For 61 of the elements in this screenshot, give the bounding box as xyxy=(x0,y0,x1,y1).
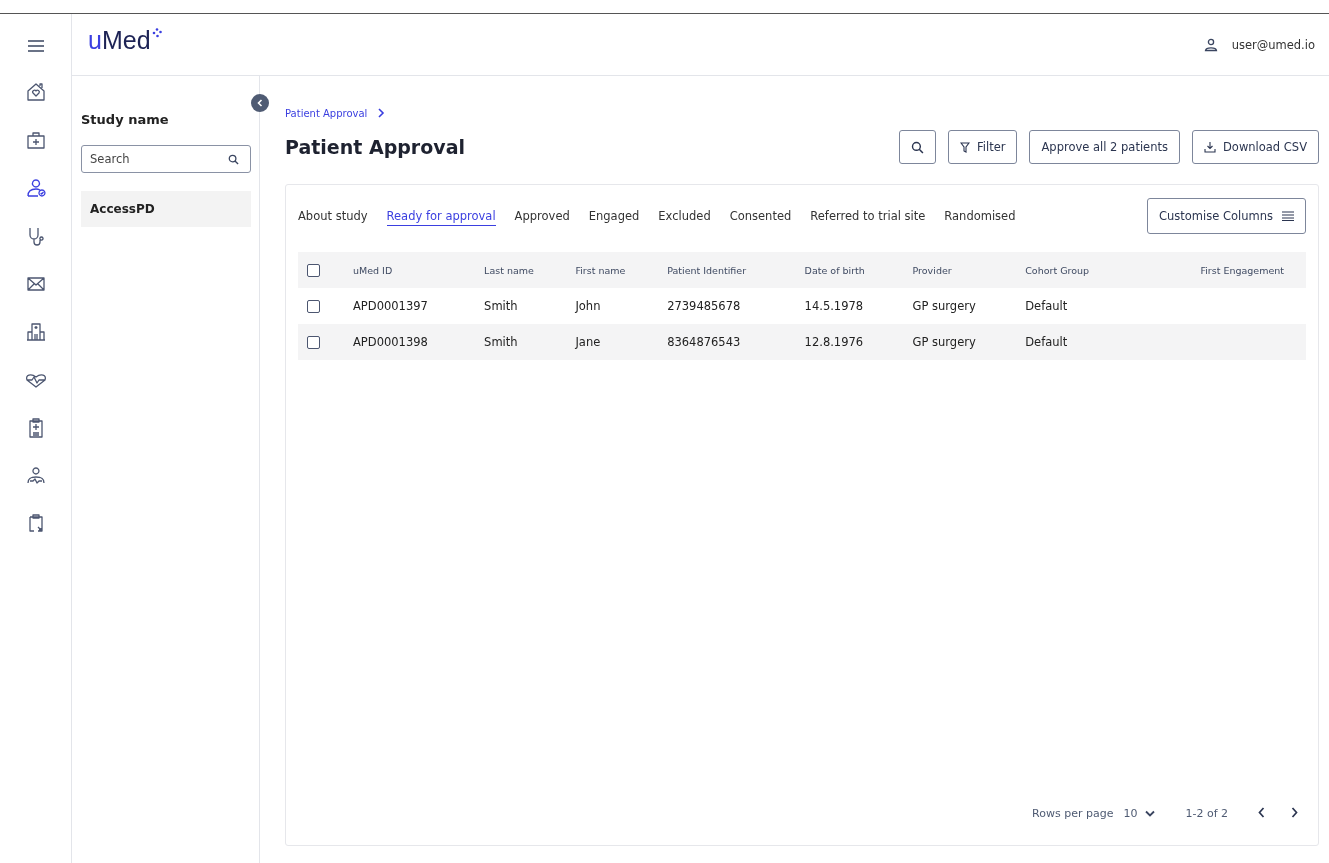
tab[interactable]: Excluded xyxy=(658,206,711,226)
table-cell: Jane xyxy=(575,335,601,349)
download-csv-button[interactable]: Download CSV xyxy=(1192,130,1319,164)
chevron-left-icon xyxy=(256,99,264,107)
tab[interactable]: About study xyxy=(298,206,368,226)
table-cell: Default xyxy=(1025,335,1068,349)
tab[interactable]: Referred to trial site xyxy=(810,206,926,226)
study-panel-title: Study name xyxy=(81,112,170,127)
filter-icon xyxy=(960,141,970,153)
table-cell: 8364876543 xyxy=(667,335,741,349)
logo-dots-icon xyxy=(151,27,162,38)
table-cell: GP surgery xyxy=(912,335,976,349)
rows-per-page-label: Rows per page xyxy=(1032,807,1114,820)
table-cell: John xyxy=(575,299,601,313)
tab[interactable]: Approved xyxy=(514,206,570,226)
tab[interactable]: Randomised xyxy=(944,206,1016,226)
tab[interactable]: Consented xyxy=(729,206,792,226)
search-icon xyxy=(228,154,239,165)
search-icon xyxy=(911,140,924,154)
search-field[interactable]: Search xyxy=(81,145,251,173)
table-cell: Default xyxy=(1025,299,1068,313)
study-item[interactable]: AccessPD xyxy=(81,191,251,227)
chevron-left-icon xyxy=(1258,807,1265,818)
column-header: First Engagement xyxy=(1200,264,1284,276)
table-cell: 14.5.1978 xyxy=(804,299,864,313)
user-icon xyxy=(1203,37,1218,52)
table-cell: APD0001397 xyxy=(353,299,428,313)
checkbox[interactable] xyxy=(307,263,320,277)
checkbox[interactable] xyxy=(307,336,320,349)
table-cell: Smith xyxy=(484,299,518,313)
chevron-down-icon xyxy=(1145,810,1156,817)
list-icon xyxy=(1282,211,1294,221)
tab[interactable]: Ready for approval xyxy=(386,206,496,226)
column-header: Date of birth xyxy=(804,264,865,276)
checkbox[interactable] xyxy=(307,300,320,313)
chevron-right-icon xyxy=(1291,807,1298,818)
user-email[interactable]: user@umed.io xyxy=(1231,37,1315,52)
column-header: Patient Identifier xyxy=(667,264,747,276)
page-title: Patient Approval xyxy=(285,136,465,158)
download-icon xyxy=(1204,141,1216,153)
collapse-button[interactable] xyxy=(251,94,269,112)
tab[interactable]: Engaged xyxy=(588,206,640,226)
filter-button[interactable]: Filter xyxy=(948,130,1018,164)
search-button[interactable] xyxy=(899,130,936,164)
table-cell: 2739485678 xyxy=(667,299,741,313)
page-range: 1-2 of 2 xyxy=(1185,807,1228,820)
table-cell: Smith xyxy=(484,335,518,349)
breadcrumb-link[interactable]: Patient Approval xyxy=(285,107,368,119)
table-cell: GP surgery xyxy=(912,299,976,313)
table-cell: APD0001398 xyxy=(353,335,428,349)
column-header: Provider xyxy=(912,264,952,276)
table-cell: 12.8.1976 xyxy=(804,335,864,349)
column-header: Last name xyxy=(484,264,534,276)
column-header: First name xyxy=(575,264,626,276)
column-header: Cohort Group xyxy=(1025,264,1090,276)
chevron-right-icon xyxy=(377,108,386,118)
rows-per-page-select[interactable]: 10 xyxy=(1123,807,1156,820)
approve-all-button[interactable]: Approve all 2 patients xyxy=(1029,130,1180,164)
customise-columns-button[interactable]: Customise Columns xyxy=(1147,198,1306,234)
logo: uMed xyxy=(88,26,151,55)
column-header: uMed ID xyxy=(353,264,393,276)
